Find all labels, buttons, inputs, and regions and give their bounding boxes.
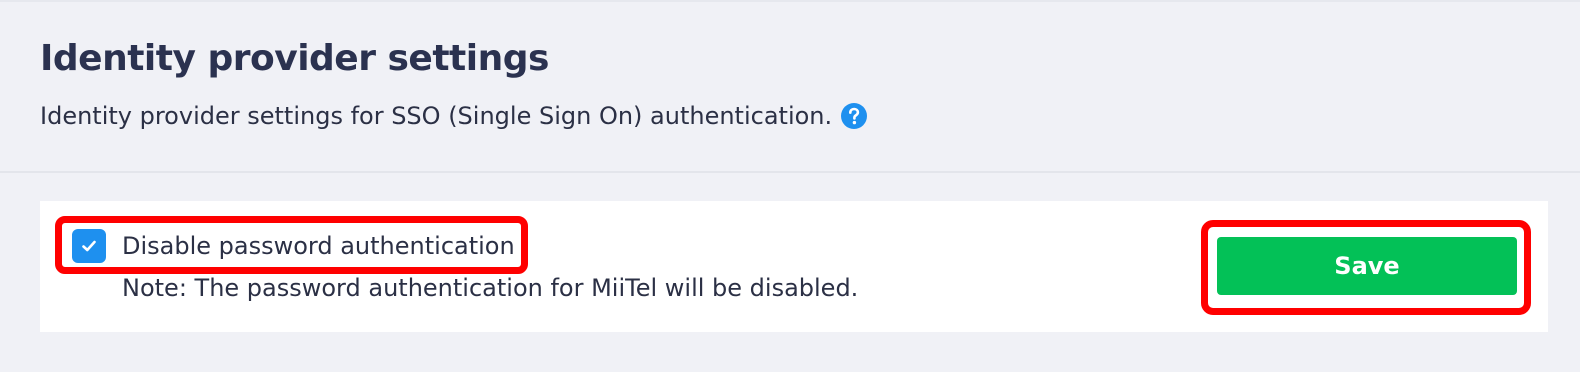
- identity-provider-settings-page: Identity provider settings Identity prov…: [0, 0, 1580, 372]
- section-divider: [0, 171, 1580, 173]
- page-subtitle: Identity provider settings for SSO (Sing…: [40, 102, 833, 130]
- save-button[interactable]: Save: [1217, 237, 1517, 295]
- subtitle-row: Identity provider settings for SSO (Sing…: [40, 102, 868, 130]
- help-icon[interactable]: [840, 102, 868, 130]
- disable-password-note: Note: The password authentication for Mi…: [122, 274, 859, 302]
- page-title: Identity provider settings: [40, 38, 549, 79]
- checkmark-icon: [82, 240, 96, 252]
- disable-password-label[interactable]: Disable password authentication: [122, 229, 515, 263]
- settings-card: Disable password authentication Note: Th…: [40, 201, 1548, 332]
- top-border: [0, 0, 1580, 2]
- disable-password-checkbox[interactable]: [72, 229, 106, 263]
